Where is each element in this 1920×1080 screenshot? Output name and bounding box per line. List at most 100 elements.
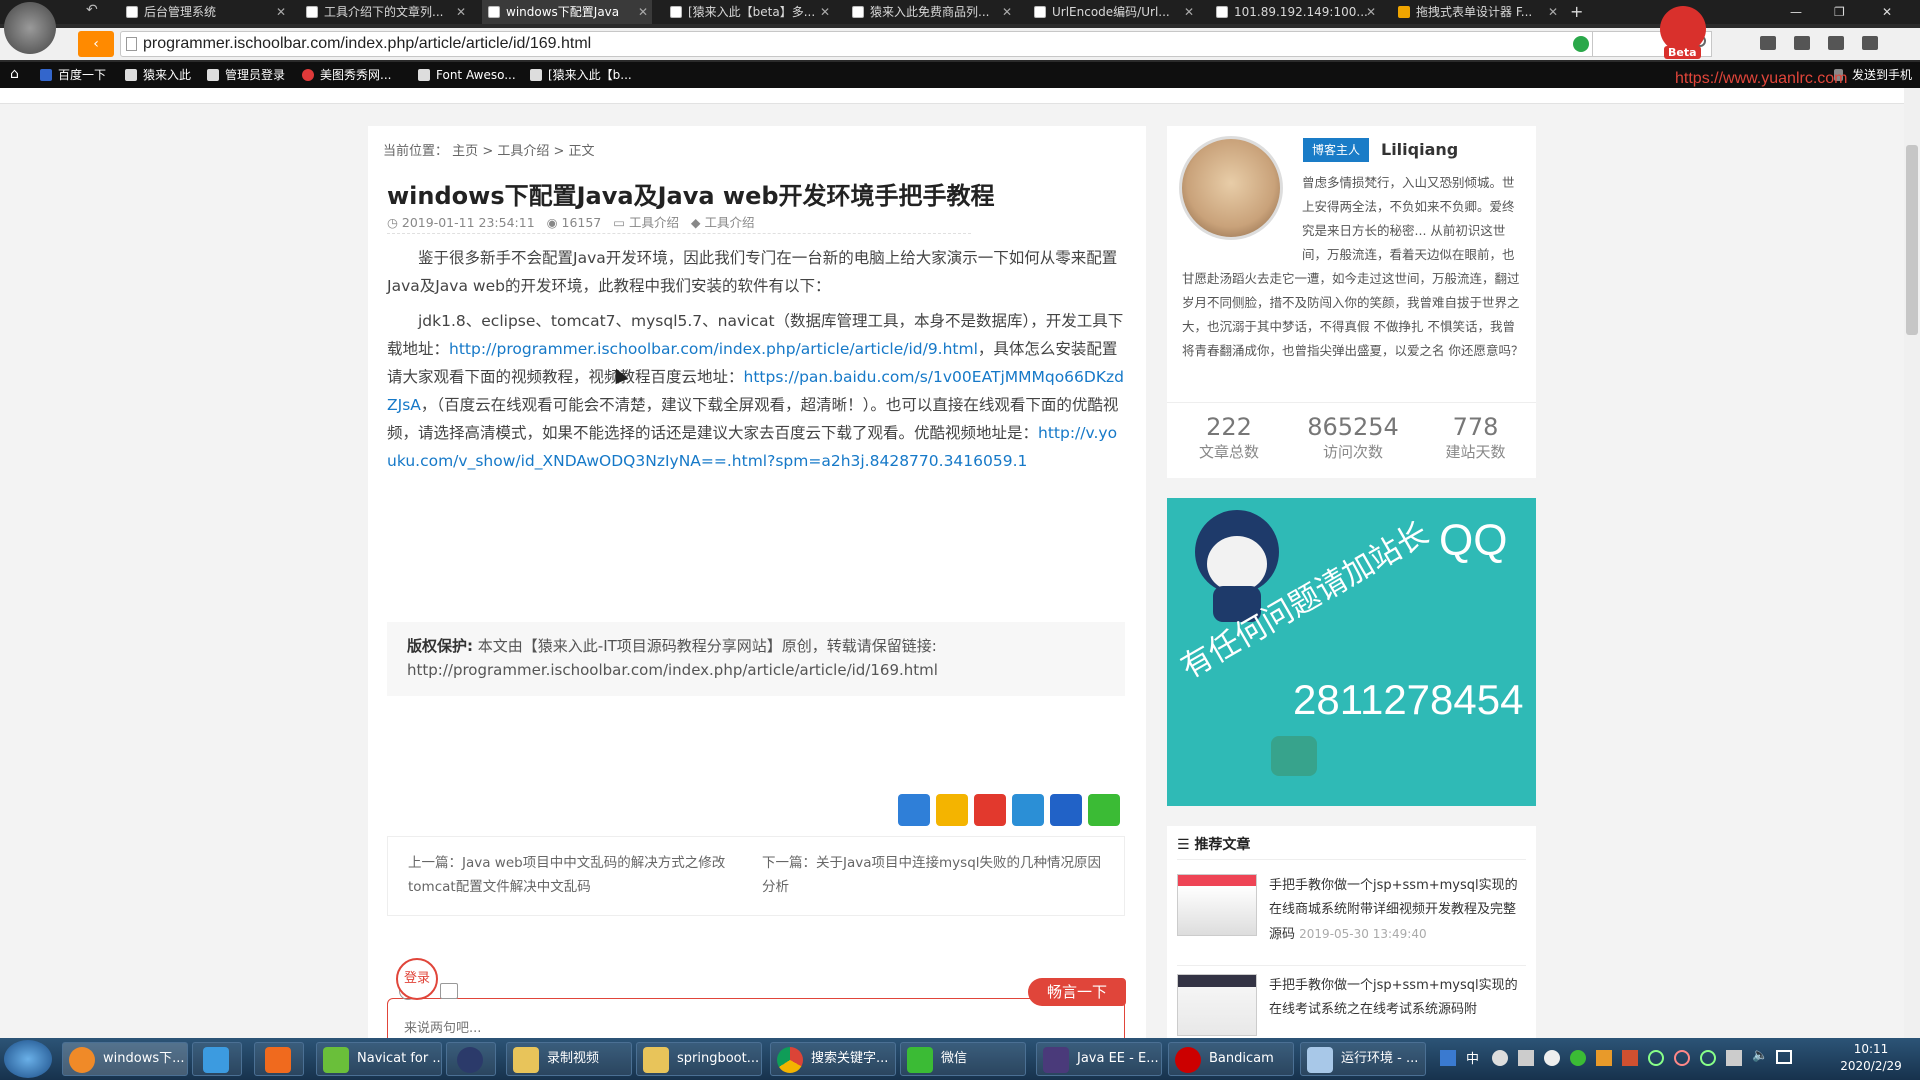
tab-7[interactable]: 拖拽式表单设计器 F... ✕ bbox=[1392, 0, 1562, 24]
taskbar-item[interactable]: Navicat for ... bbox=[316, 1042, 442, 1076]
tray-icon[interactable] bbox=[1726, 1050, 1742, 1066]
back-button[interactable]: ‹ bbox=[78, 31, 114, 57]
tab-label: 猿来入此免费商品列... bbox=[870, 5, 990, 19]
close-tab-icon[interactable]: ✕ bbox=[1366, 0, 1376, 24]
tray-icon[interactable] bbox=[1622, 1050, 1638, 1066]
extension-icon[interactable] bbox=[1862, 36, 1878, 50]
bookmark-item[interactable]: 美图秀秀网... bbox=[302, 66, 391, 84]
comment-login-button[interactable]: 登录 bbox=[396, 958, 438, 1000]
taskbar-item[interactable]: 录制视频 bbox=[506, 1042, 632, 1076]
taskbar-item[interactable]: Bandicam bbox=[1168, 1042, 1294, 1076]
tab-2-active[interactable]: windows下配置Java ✕ bbox=[482, 0, 652, 24]
tab-1[interactable]: 工具介绍下的文章列... ✕ bbox=[300, 0, 470, 24]
extension-icon[interactable] bbox=[1794, 36, 1810, 50]
prev-label: 上一篇： bbox=[408, 855, 462, 871]
volume-icon[interactable]: 🔈 bbox=[1752, 1048, 1768, 1063]
tray-icon[interactable] bbox=[1518, 1050, 1534, 1066]
stat-label: 访问次数 bbox=[1322, 443, 1383, 461]
share-weibo-icon[interactable] bbox=[974, 794, 1006, 826]
qq-ad-banner[interactable]: QQ 有任何问题请加站长 2811278454 bbox=[1167, 498, 1536, 806]
start-button[interactable] bbox=[4, 1040, 52, 1078]
tab-3[interactable]: [猿来入此【beta】多... ✕ bbox=[664, 0, 834, 24]
bookmark-icon bbox=[302, 69, 314, 81]
security-check-icon[interactable] bbox=[1573, 36, 1589, 52]
extension-icon[interactable] bbox=[1828, 36, 1844, 50]
home-icon[interactable]: ⌂ bbox=[10, 66, 19, 82]
minimize-icon[interactable]: — bbox=[1790, 0, 1802, 24]
tab-4[interactable]: 猿来入此免费商品列... ✕ bbox=[846, 0, 1016, 24]
restore-icon[interactable]: ❐ bbox=[1834, 0, 1845, 24]
article-tag-link[interactable]: 工具介绍 bbox=[705, 215, 755, 230]
bookmark-item[interactable]: Font Aweso... bbox=[418, 66, 516, 84]
taskbar-item[interactable] bbox=[254, 1042, 304, 1076]
undo-tab-icon[interactable]: ↶ bbox=[86, 2, 98, 18]
tab-6[interactable]: 101.89.192.149:100... ✕ bbox=[1210, 0, 1380, 24]
taskbar-item[interactable]: Java EE - E... bbox=[1036, 1042, 1162, 1076]
share-qzone-icon[interactable] bbox=[936, 794, 968, 826]
tray-icon[interactable] bbox=[1596, 1050, 1612, 1066]
close-window-icon[interactable]: ✕ bbox=[1882, 0, 1892, 24]
share-renren-icon[interactable] bbox=[1050, 794, 1082, 826]
image-upload-icon[interactable] bbox=[440, 983, 458, 999]
clock[interactable]: 10:11 2020/2/29 bbox=[1826, 1041, 1916, 1075]
bookmark-item[interactable]: [猿来入此【b... bbox=[530, 66, 632, 84]
tools-download-link[interactable]: http://programmer.ischoolbar.com/index.p… bbox=[449, 340, 978, 358]
tray-icon[interactable] bbox=[1440, 1050, 1456, 1066]
taskbar-item[interactable] bbox=[446, 1042, 496, 1076]
extension-icon[interactable] bbox=[1760, 36, 1776, 50]
scrollbar-thumb[interactable] bbox=[1906, 145, 1918, 335]
tab-0[interactable]: 后台管理系统 ✕ bbox=[120, 0, 290, 24]
bookmark-item[interactable]: 百度一下 bbox=[40, 66, 106, 84]
tab-label: 101.89.192.149:100... bbox=[1234, 5, 1368, 19]
bookmark-item[interactable]: 管理员登录 bbox=[207, 66, 285, 84]
app-icon bbox=[265, 1047, 291, 1073]
close-tab-icon[interactable]: ✕ bbox=[276, 0, 286, 24]
recommend-item[interactable]: 手把手教你做一个jsp+ssm+mysql实现的在线商城系统附带详细视频开发教程… bbox=[1177, 874, 1526, 966]
page-favicon-icon bbox=[852, 6, 864, 18]
close-tab-icon[interactable]: ✕ bbox=[638, 0, 648, 24]
bookmark-item[interactable]: 猿来入此 bbox=[125, 66, 191, 84]
list-icon: ☰ bbox=[1177, 837, 1190, 853]
close-tab-icon[interactable]: ✕ bbox=[1184, 0, 1194, 24]
breadcrumb-category-link[interactable]: 工具介绍 bbox=[497, 144, 549, 159]
taskbar-item[interactable]: springboot... bbox=[636, 1042, 762, 1076]
tray-icon[interactable] bbox=[1700, 1050, 1716, 1066]
share-tencent-icon[interactable] bbox=[1012, 794, 1044, 826]
wechat-icon bbox=[907, 1047, 933, 1073]
url-input[interactable]: programmer.ischoolbar.com/index.php/arti… bbox=[120, 31, 1690, 57]
prev-article-link[interactable]: 上一篇：Java web项目中中文乱码的解决方式之修改tomcat配置文件解决中… bbox=[408, 851, 738, 899]
close-tab-icon[interactable]: ✕ bbox=[1548, 0, 1558, 24]
tray-icon[interactable] bbox=[1648, 1050, 1664, 1066]
close-tab-icon[interactable]: ✕ bbox=[456, 0, 466, 24]
browser-logo-icon[interactable] bbox=[4, 2, 56, 54]
taskbar-item[interactable]: windows下... bbox=[62, 1042, 188, 1076]
taskbar-item[interactable]: 微信 bbox=[900, 1042, 1026, 1076]
next-article-link[interactable]: 下一篇：关于Java项目中连接mysql失败的几种情况原因分析 bbox=[762, 851, 1102, 899]
owner-badge: 博客主人 bbox=[1303, 138, 1370, 162]
taskbar-item[interactable]: 搜索关键字... bbox=[770, 1042, 896, 1076]
breadcrumb-home-link[interactable]: 主页 bbox=[452, 144, 478, 159]
tab-5[interactable]: UrlEncode编码/Url... ✕ bbox=[1028, 0, 1198, 24]
taskbar-item[interactable] bbox=[192, 1042, 242, 1076]
ime-icon[interactable]: 中 bbox=[1466, 1048, 1479, 1067]
share-wechat-icon[interactable] bbox=[1088, 794, 1120, 826]
comment-textarea[interactable] bbox=[387, 998, 1125, 1038]
tray-icon[interactable] bbox=[1674, 1050, 1690, 1066]
article-category-link[interactable]: 工具介绍 bbox=[629, 215, 679, 230]
taskbar-label: springboot... bbox=[677, 1051, 760, 1066]
new-tab-icon[interactable]: + bbox=[1570, 0, 1583, 24]
taskbar-item[interactable]: 运行环境 - ... bbox=[1300, 1042, 1426, 1076]
comment-submit-button[interactable]: 畅言一下 bbox=[1028, 978, 1126, 1006]
close-tab-icon[interactable]: ✕ bbox=[1002, 0, 1012, 24]
wechat-tray-icon[interactable] bbox=[1570, 1050, 1586, 1066]
network-icon[interactable] bbox=[1776, 1050, 1792, 1064]
tray-icon[interactable] bbox=[1544, 1050, 1560, 1066]
close-tab-icon[interactable]: ✕ bbox=[820, 0, 830, 24]
recommend-item[interactable]: 手把手教你做一个jsp+ssm+mysql实现的在线考试系统之在线考试系统源码附 bbox=[1177, 974, 1526, 1038]
copyright-url[interactable]: http://programmer.ischoolbar.com/index.p… bbox=[407, 661, 938, 679]
breadcrumb-current: 正文 bbox=[568, 144, 595, 159]
breadcrumb-separator: > bbox=[482, 144, 498, 159]
share-more-icon[interactable] bbox=[898, 794, 930, 826]
taskbar-label: Java EE - E... bbox=[1077, 1051, 1159, 1066]
tray-icon[interactable] bbox=[1492, 1050, 1508, 1066]
